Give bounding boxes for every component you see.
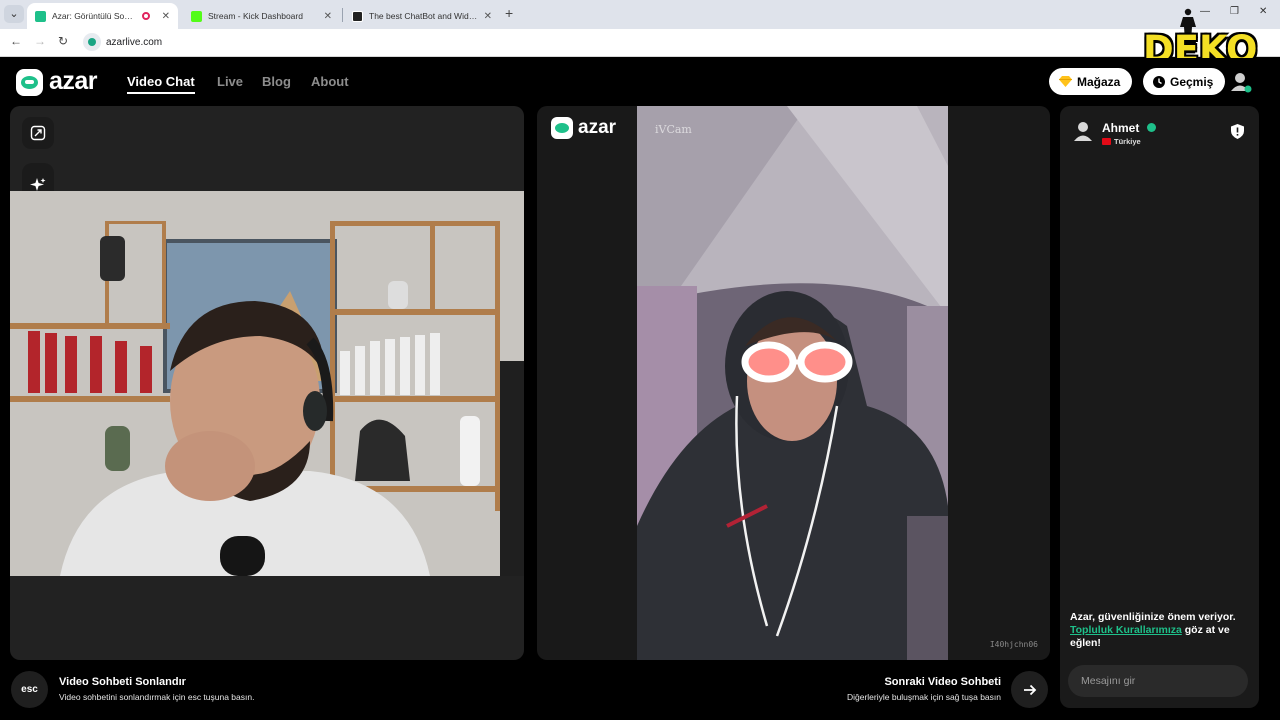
new-tab-plus-icon[interactable]: + [505, 5, 513, 21]
reload-icon[interactable]: ↻ [58, 34, 68, 48]
clock-icon [1153, 75, 1165, 88]
history-label: Geçmiş [1170, 74, 1214, 89]
nav-about[interactable]: About [311, 74, 349, 89]
partner-country: Türkiye [1114, 137, 1141, 146]
gem-icon [1059, 76, 1072, 87]
tab-divider [342, 8, 343, 22]
azar-logo-text[interactable]: azar [49, 67, 98, 96]
nav-live[interactable]: Live [217, 74, 243, 89]
site-info-icon[interactable] [83, 33, 101, 51]
turkey-flag-icon [1102, 138, 1111, 145]
cam-source-label: iVCam [655, 123, 692, 136]
browser-tab-azar[interactable]: Azar: Görüntülü Sohbet, Ara ✕ [27, 3, 178, 29]
partner-avatar-icon [1074, 122, 1092, 141]
close-window-icon[interactable]: ✕ [1259, 6, 1267, 17]
url-text[interactable]: azarlive.com [106, 37, 162, 48]
safety-notice: Azar, güvenliğinize önem veriyor. Toplul… [1070, 611, 1252, 650]
kick-favicon-icon [191, 10, 202, 22]
self-video-panel [10, 106, 524, 660]
nav-video-chat[interactable]: Video Chat [127, 74, 195, 94]
tab-search-chevron-icon[interactable]: ⌄ [4, 5, 24, 23]
expand-icon [30, 125, 46, 141]
minimize-icon[interactable]: — [1200, 6, 1210, 17]
end-chat-hint: Video sohbetini sonlandırmak için esc tu… [59, 692, 255, 702]
chat-panel: Ahmet Türkiye Azar, güvenliğinize önem v… [1060, 106, 1259, 708]
shop-button[interactable]: Mağaza [1049, 68, 1133, 95]
profile-avatar-icon[interactable] [1228, 69, 1254, 95]
chatbot-favicon-icon [352, 10, 363, 22]
browser-address-bar: ← → ↻ azarlive.com [0, 29, 1280, 57]
azar-favicon-icon [35, 10, 46, 22]
tab-title: The best ChatBot and Widgets [369, 11, 478, 21]
azar-logo-icon[interactable] [16, 69, 43, 96]
tab-title: Azar: Görüntülü Sohbet, Ara [52, 11, 136, 21]
safety-text: Azar, güvenliğinize önem veriyor. [1070, 611, 1236, 623]
tab-title: Stream - Kick Dashboard [208, 11, 303, 21]
recording-icon [141, 12, 150, 20]
arrow-right-icon [1023, 684, 1036, 695]
close-tab-icon[interactable]: ✕ [324, 11, 332, 22]
brand-overlay-text: azar [578, 117, 617, 138]
next-chat-button[interactable] [1011, 671, 1048, 708]
maximize-icon[interactable]: ❐ [1230, 6, 1239, 17]
browser-tab-kick[interactable]: Stream - Kick Dashboard ✕ [183, 3, 340, 29]
forward-arrow-icon[interactable]: → [34, 34, 46, 48]
expand-button[interactable] [22, 117, 54, 149]
partner-name: Ahmet [1102, 121, 1140, 135]
partner-brand-overlay: azar [551, 117, 616, 139]
azar-logo-icon [551, 117, 573, 139]
shop-label: Mağaza [1077, 74, 1121, 89]
verified-badge-icon [1147, 123, 1156, 132]
partner-id-watermark: I40hjchn06 [989, 640, 1038, 649]
partner-video-panel: azar iVCam I40hjchn06 [537, 106, 1050, 660]
next-chat-title: Sonraki Video Sohbeti [884, 676, 1001, 688]
end-chat-esc-button[interactable]: esc [11, 671, 48, 708]
nav-blog[interactable]: Blog [262, 74, 291, 89]
report-shield-icon[interactable] [1231, 124, 1244, 139]
close-tab-icon[interactable]: ✕ [484, 11, 492, 22]
end-chat-title: Video Sohbeti Sonlandır [59, 676, 186, 688]
next-chat-hint: Diğerleriyle buluşmak için sağ tuşa bası… [846, 692, 1001, 702]
message-input[interactable] [1068, 665, 1248, 697]
self-camera-feed [10, 191, 524, 576]
close-tab-icon[interactable]: ✕ [162, 11, 170, 22]
browser-tab-chatbot[interactable]: The best ChatBot and Widgets ✕ [344, 3, 500, 29]
history-button[interactable]: Geçmiş [1143, 68, 1226, 95]
azar-header: azar Video Chat Live Blog About Mağaza G… [0, 58, 1280, 106]
partner-camera-feed [637, 106, 948, 660]
browser-tab-strip: ⌄ Azar: Görüntülü Sohbet, Ara ✕ Stream -… [0, 0, 1280, 29]
back-arrow-icon[interactable]: ← [10, 34, 22, 48]
community-rules-link[interactable]: Topluluk Kurallarımıza [1070, 624, 1182, 636]
